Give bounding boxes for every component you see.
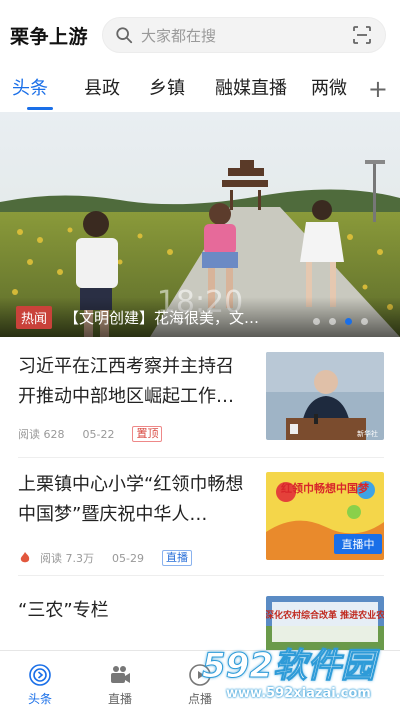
home-circle-icon [29, 664, 51, 686]
carousel-dot[interactable] [313, 318, 320, 325]
read-count: 阅读 628 [18, 428, 65, 441]
news-thumbnail: 新华社 [266, 352, 384, 440]
carousel-dot-active[interactable] [345, 318, 352, 325]
thumb-headline: 深化农村综合改革 推进农业农 [266, 609, 384, 621]
live-now-label: 直播中 [342, 537, 375, 551]
top-bar: 栗争上游 大家都在搜 [0, 0, 400, 70]
scan-icon[interactable] [351, 24, 373, 46]
tab-liangwei[interactable]: 两微 [304, 70, 354, 112]
carousel-indicator [313, 318, 368, 325]
video-camera-icon [111, 666, 130, 683]
nav-label: 点播 [187, 692, 212, 706]
nav-vod[interactable]: 点播 [160, 651, 240, 711]
live-tag: 直播 [161, 550, 192, 566]
thumb-credit: 新华社 [357, 429, 378, 438]
news-item[interactable]: “三农”专栏 深化农村综合改革 推进农业农 [18, 596, 384, 656]
tab-xianzheng[interactable]: 县政 [68, 70, 136, 112]
news-title: 习近平在江西考察并主持召开推动中部地区崛起工作… [18, 356, 234, 407]
hero-carousel[interactable]: 18:20 热闻 【文明创建】花海很美，文… [0, 112, 400, 337]
tab-rongmei-live[interactable]: 融媒直播 [198, 70, 304, 112]
carousel-dot[interactable] [329, 318, 336, 325]
hero-caption: 热闻 【文明创建】花海很美，文… [0, 297, 400, 337]
tab-toutiao[interactable]: 头条 [12, 70, 68, 112]
app-title: 栗争上游 [10, 25, 89, 48]
channel-tabs: 头条 县政 乡镇 融媒直播 两微 [0, 70, 400, 112]
bottom-navigation: 头条 直播 点播 [0, 650, 400, 711]
nav-label: 直播 [107, 692, 132, 706]
tab-xiangzhen[interactable]: 乡镇 [136, 70, 198, 112]
news-meta: 阅读 628 05-22 置顶 [18, 426, 180, 442]
search-placeholder: 大家都在搜 [141, 26, 217, 45]
news-item[interactable]: 习近平在江西考察并主持召开推动中部地区崛起工作… 阅读 628 05-22 置顶… [18, 352, 384, 458]
play-icon [189, 664, 211, 686]
news-title: 上栗镇中心小学“红领巾畅想中国梦”暨庆祝中华人… [18, 474, 244, 525]
thumb-banner: 红领巾畅想中国梦 [281, 481, 370, 495]
nav-live[interactable]: 直播 [80, 651, 160, 711]
nav-label: 头条 [27, 692, 52, 706]
search-bar[interactable]: 大家都在搜 [102, 17, 386, 53]
publish-date: 05-22 [82, 427, 115, 441]
news-title: “三农”专栏 [18, 600, 109, 621]
nav-toutiao[interactable]: 头条 [0, 651, 80, 711]
fire-icon [20, 552, 30, 563]
news-thumbnail: 红领巾畅想中国梦 直播中 [266, 472, 384, 560]
publish-date: 05-29 [112, 551, 144, 565]
pinned-tag: 置顶 [132, 426, 163, 442]
hero-title[interactable]: 【文明创建】花海很美，文… [64, 307, 272, 328]
news-thumbnail: 深化农村综合改革 推进农业农 [266, 596, 384, 656]
news-item[interactable]: 上栗镇中心小学“红领巾畅想中国梦”暨庆祝中华人… 阅读 7.3万 05-29 直… [18, 470, 384, 576]
add-channel-button[interactable]: + [368, 74, 388, 104]
news-meta: 阅读 7.3万 05-29 直播 [18, 550, 210, 566]
read-count: 阅读 7.3万 [40, 552, 94, 565]
carousel-dot[interactable] [361, 318, 368, 325]
search-icon [116, 27, 133, 44]
hot-badge: 热闻 [16, 305, 53, 329]
